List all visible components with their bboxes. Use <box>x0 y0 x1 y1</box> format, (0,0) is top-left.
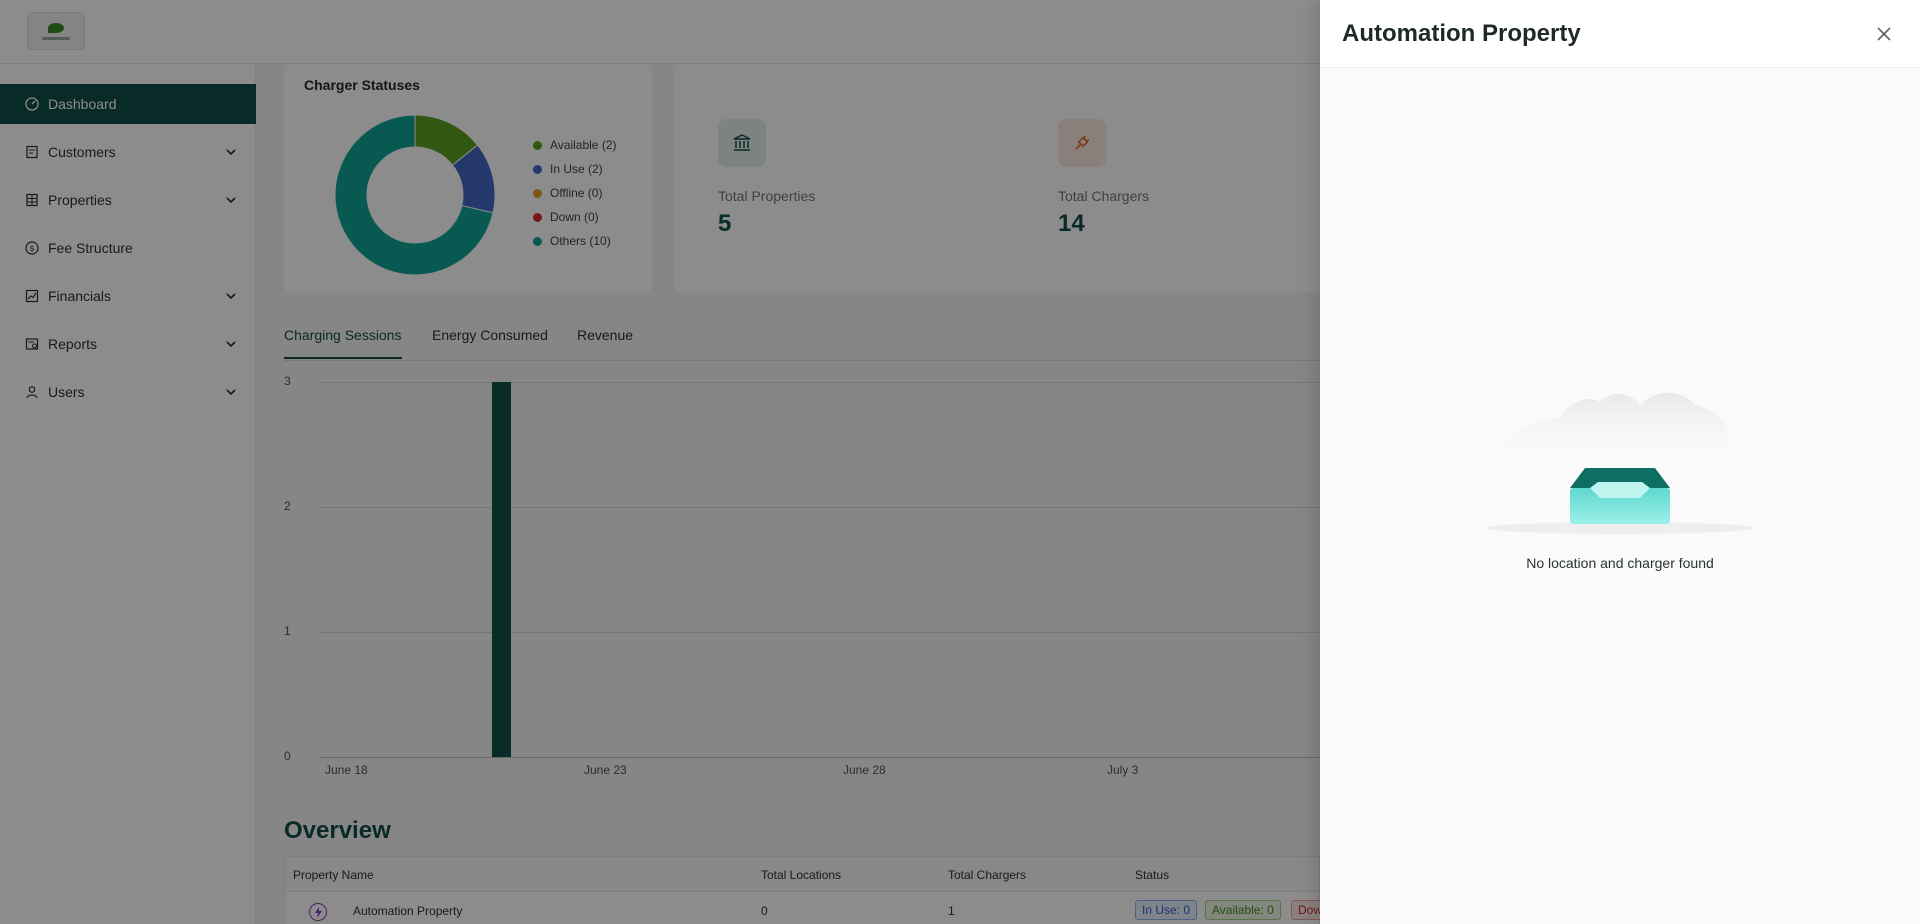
empty-state-message: No location and charger found <box>1526 555 1714 571</box>
empty-inbox-icon <box>1485 392 1755 534</box>
close-icon[interactable] <box>1874 24 1894 44</box>
drawer-title: Automation Property <box>1342 20 1581 47</box>
property-drawer: Automation Property No location and char… <box>1320 0 1920 924</box>
drawer-header: Automation Property <box>1320 0 1920 68</box>
